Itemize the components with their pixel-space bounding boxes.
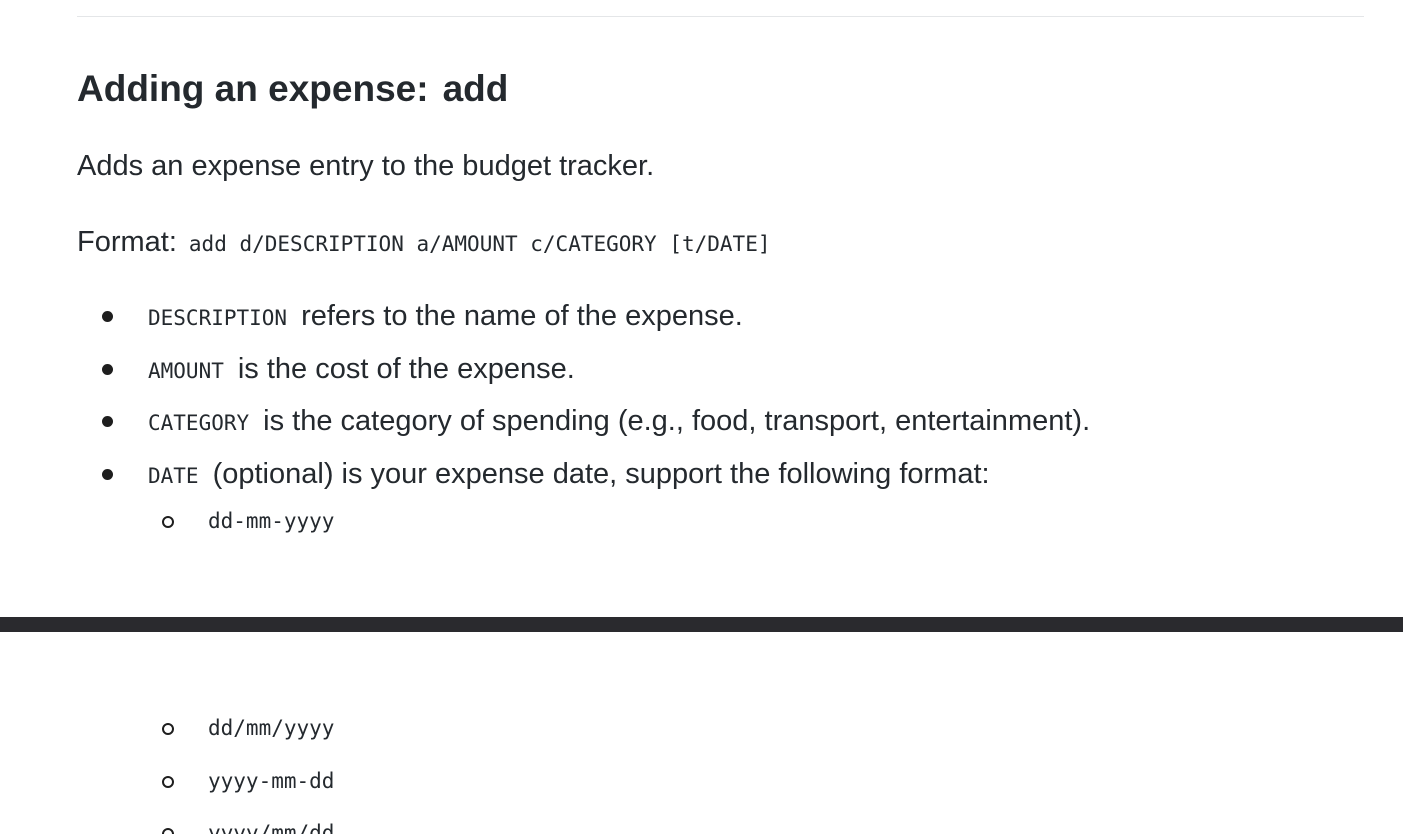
param-text: is the category of spending (e.g., food,… (263, 405, 1091, 437)
circle-bullet-icon (162, 516, 174, 528)
circle-bullet-icon (162, 776, 174, 788)
date-format-code: yyyy/mm/dd (208, 821, 335, 834)
date-format-code: yyyy-mm-dd (208, 769, 335, 793)
param-code: DESCRIPTION (148, 306, 288, 330)
param-code: CATEGORY (148, 411, 250, 435)
format-line: Format: add d/DESCRIPTION a/AMOUNT c/CATE… (77, 223, 773, 263)
format-code: add d/DESCRIPTION a/AMOUNT c/CATEGORY [t… (188, 232, 771, 256)
bullet-dot-icon (102, 311, 113, 322)
section-description: Adds an expense entry to the budget trac… (77, 150, 655, 182)
section-heading: Adding an expense: add (77, 66, 508, 112)
param-code: AMOUNT (148, 359, 224, 383)
param-code: DATE (148, 464, 199, 488)
section-heading-text: Adding an expense: (77, 68, 429, 109)
circle-bullet-icon (162, 828, 174, 834)
page-break-divider (0, 617, 1403, 632)
param-text: (optional) is your expense date, support… (212, 458, 990, 490)
format-label: Format: (77, 226, 177, 258)
bullet-dot-icon (102, 416, 113, 427)
section-heading-command: add (442, 68, 509, 109)
top-horizontal-rule (77, 16, 1364, 17)
bullet-dot-icon (102, 364, 113, 375)
circle-bullet-icon (162, 723, 174, 735)
page: Adding an expense: add Adds an expense en… (0, 0, 1403, 834)
date-format-code: dd/mm/yyyy (208, 716, 335, 740)
date-format-code: dd-mm-yyyy (208, 509, 335, 533)
bullet-dot-icon (102, 469, 113, 480)
param-text: is the cost of the expense. (237, 353, 575, 385)
param-text: refers to the name of the expense. (301, 300, 743, 332)
